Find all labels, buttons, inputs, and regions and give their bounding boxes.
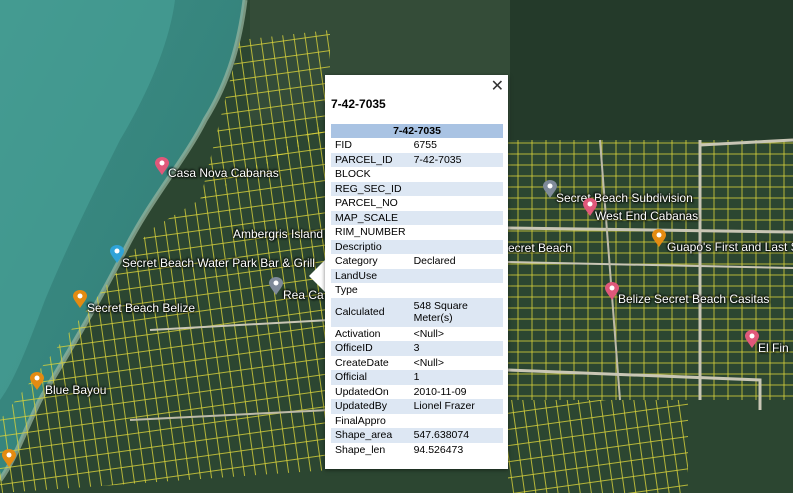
food-pin-icon[interactable]: [73, 290, 87, 308]
field-key: Calculated: [331, 297, 410, 327]
popup-title: 7-42-7035: [331, 97, 386, 111]
field-value: [409, 210, 503, 225]
place-label-belize-secret-beach-casitas[interactable]: Belize Secret Beach Casitas: [618, 292, 769, 306]
place-pin-icon[interactable]: [543, 180, 557, 198]
attribute-table: 7-42-7035 FID 6755 PARCEL_ID 7-42-7035 BLO…: [331, 124, 503, 457]
table-row: MAP_SCALE: [331, 210, 503, 225]
food-pin-icon[interactable]: [30, 372, 44, 390]
field-value: 548 Square Meter(s): [409, 297, 503, 327]
table-row: Official 1: [331, 370, 503, 385]
place-pin-icon[interactable]: [269, 277, 283, 295]
table-row: Type: [331, 283, 503, 298]
feature-info-popup: ✕ 7-42-7035 7-42-7035 FID 6755 PARCEL_ID 7…: [325, 75, 508, 469]
table-row: UpdatedOn 2010-11-09: [331, 385, 503, 400]
field-value: Lionel Frazer: [409, 399, 503, 414]
field-value: [410, 414, 503, 429]
field-value: Declared: [413, 255, 456, 268]
field-key: REG_SEC_ID: [331, 181, 410, 196]
field-key: LandUse: [331, 268, 410, 283]
field-key: Category: [335, 255, 378, 268]
field-value: 6755: [413, 139, 437, 152]
field-value: [410, 225, 503, 240]
table-row: FID 6755: [331, 138, 503, 153]
table-row: LandUse: [331, 268, 503, 283]
place-label-casa-nova-cabanas[interactable]: Casa Nova Cabanas: [168, 166, 279, 180]
field-key: OfficeID: [331, 341, 410, 356]
place-label-guapos[interactable]: Guapo's First and Last S: [667, 240, 793, 254]
hotel-pin-icon[interactable]: [605, 282, 619, 300]
place-label-secret-beach-subdivision[interactable]: Secret Beach Subdivision: [556, 191, 693, 205]
field-value: [409, 239, 503, 254]
field-value: <Null>: [413, 356, 444, 369]
table-row: Shape_area 547.638074: [331, 428, 503, 443]
place-label-blue-bayou[interactable]: Blue Bayou: [45, 383, 106, 397]
field-value: [409, 268, 503, 283]
table-row: OfficeID 3: [331, 341, 503, 356]
table-row: Activation <Null>: [331, 327, 503, 342]
field-value: <Null>: [413, 327, 444, 340]
hotel-pin-icon[interactable]: [745, 330, 759, 348]
table-row: RIM_NUMBER: [331, 225, 503, 240]
place-label-ambergris-island: Ambergris Island: [233, 227, 324, 241]
field-value: 2010-11-09: [413, 385, 467, 398]
field-key: Official: [331, 370, 410, 385]
field-value: 547.638074: [409, 428, 503, 443]
field-value: 7-42-7035: [409, 152, 503, 167]
popup-pointer: [309, 260, 325, 292]
table-row: PARCEL_NO: [331, 196, 503, 211]
field-key: Type: [335, 284, 358, 297]
place-label-secret-beach-belize[interactable]: Secret Beach Belize: [87, 301, 195, 315]
place-label-secret-beach: ecret Beach: [508, 241, 573, 255]
field-key: CreateDate: [335, 356, 389, 369]
field-key: UpdatedBy: [331, 399, 410, 414]
field-value: 1: [409, 370, 503, 385]
field-key: BLOCK: [335, 168, 371, 181]
table-row: FinalAppro: [331, 414, 503, 429]
close-icon[interactable]: ✕: [491, 78, 504, 94]
field-key: Activation: [335, 327, 381, 340]
table-row: Calculated 548 Square Meter(s): [331, 297, 503, 327]
food-pin-icon[interactable]: [652, 229, 666, 247]
field-key: RIM_NUMBER: [335, 226, 406, 239]
table-row: BLOCK: [331, 167, 503, 182]
field-value: [410, 167, 503, 182]
field-key: Descriptio: [331, 239, 410, 254]
field-key: Shape_len: [335, 443, 386, 456]
table-row: Descriptio: [331, 239, 503, 254]
field-key: PARCEL_ID: [331, 152, 410, 167]
attribute-table-header: 7-42-7035: [331, 124, 503, 138]
food-pin-icon[interactable]: [2, 449, 16, 467]
field-key: FID: [335, 139, 352, 152]
field-value: 94.526473: [413, 443, 464, 456]
field-key: Shape_area: [331, 428, 410, 443]
place-label-west-end-cabanas[interactable]: West End Cabanas: [595, 209, 698, 223]
field-value: 3: [409, 341, 503, 356]
table-row: REG_SEC_ID: [331, 181, 503, 196]
place-label-secret-beach-water-park[interactable]: Secret Beach Water Park Bar & Grill: [122, 256, 315, 270]
field-key: UpdatedOn: [335, 385, 389, 398]
field-value: [409, 181, 503, 196]
field-key: MAP_SCALE: [331, 210, 410, 225]
field-value: [410, 196, 503, 211]
table-row: Shape_len 94.526473: [331, 443, 503, 458]
table-row: Category Declared: [331, 254, 503, 269]
table-row: UpdatedBy Lionel Frazer: [331, 399, 503, 414]
field-key: PARCEL_NO: [335, 197, 398, 210]
field-key: FinalAppro: [335, 414, 386, 427]
field-value: [410, 283, 503, 298]
table-row: CreateDate <Null>: [331, 356, 503, 371]
place-label-el-fin[interactable]: El Fin: [758, 341, 789, 355]
hotel-pin-icon[interactable]: [155, 157, 169, 175]
table-row: PARCEL_ID 7-42-7035: [331, 152, 503, 167]
